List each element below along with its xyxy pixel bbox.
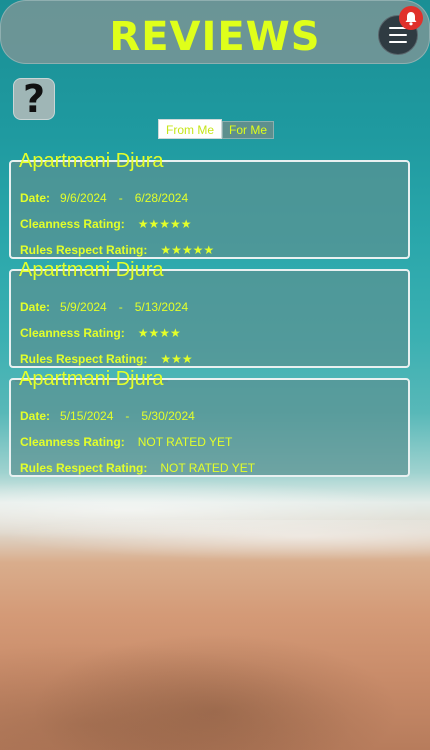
review-tabs: From Me For Me — [158, 119, 275, 141]
review-date-row: Date: 5/9/2024-5/13/2024 — [20, 300, 188, 314]
rules-rating-stars: ★★★ — [160, 352, 193, 366]
cleanness-label: Cleanness Rating: — [20, 217, 125, 231]
background-foam — [0, 480, 430, 540]
date-start: 9/6/2024 — [60, 191, 107, 205]
tab-from-me[interactable]: From Me — [158, 119, 222, 139]
rules-label: Rules Respect Rating: — [20, 243, 148, 257]
date-end: 5/30/2024 — [141, 409, 195, 423]
rules-rating-row: Rules Respect Rating: ★★★ — [20, 352, 193, 366]
review-date-row: Date: 9/6/2024-6/28/2024 — [20, 191, 188, 205]
background-foam — [0, 520, 430, 560]
background-rocks — [0, 620, 430, 750]
cleanness-label: Cleanness Rating: — [20, 435, 125, 449]
date-start: 5/9/2024 — [60, 300, 107, 314]
review-card[interactable]: Apartmani Djura Date: 5/9/2024-5/13/2024 … — [9, 259, 410, 368]
header-bar: REVIEWS — [0, 0, 430, 64]
review-apartment-name: Apartmani Djura — [15, 259, 168, 281]
review-apartment-name: Apartmani Djura — [15, 150, 168, 172]
date-end: 6/28/2024 — [134, 191, 189, 205]
cleanness-rating-stars: ★★★★ — [137, 326, 181, 340]
cleanness-rating-row: Cleanness Rating: ★★★★ — [20, 326, 181, 340]
date-label: Date: — [20, 191, 51, 205]
review-date-row: Date: 5/15/2024-5/30/2024 — [20, 409, 195, 423]
cleanness-rating-row: Cleanness Rating: ★★★★★ — [20, 217, 192, 231]
rules-rating-value: NOT RATED YET — [160, 461, 256, 475]
review-card[interactable]: Apartmani Djura Date: 5/15/2024-5/30/2024… — [9, 368, 410, 477]
hamburger-menu-icon — [389, 34, 407, 36]
date-label: Date: — [20, 300, 51, 314]
review-list: Apartmani Djura Date: 9/6/2024-6/28/2024 … — [9, 150, 410, 477]
cleanness-label: Cleanness Rating: — [20, 326, 125, 340]
rules-rating-row: Rules Respect Rating: NOT RATED YET — [20, 461, 255, 475]
rules-label: Rules Respect Rating: — [20, 461, 148, 475]
hamburger-menu-icon — [389, 41, 407, 43]
date-end: 5/13/2024 — [134, 300, 189, 314]
help-button[interactable]: ? — [13, 78, 55, 120]
tab-for-me[interactable]: For Me — [222, 121, 275, 139]
cleanness-rating-stars: ★★★★★ — [137, 217, 192, 231]
cleanness-rating-row: Cleanness Rating: NOT RATED YET — [20, 435, 232, 449]
cleanness-rating-value: NOT RATED YET — [137, 435, 233, 449]
rules-rating-stars: ★★★★★ — [160, 243, 215, 257]
date-label: Date: — [20, 409, 51, 423]
rules-rating-row: Rules Respect Rating: ★★★★★ — [20, 243, 214, 257]
date-separator: - — [118, 300, 123, 314]
date-start: 5/15/2024 — [60, 409, 114, 423]
date-separator: - — [118, 191, 123, 205]
notification-button[interactable] — [399, 6, 423, 30]
question-mark-icon: ? — [22, 77, 46, 121]
page-title: REVIEWS — [109, 14, 321, 60]
date-separator: - — [125, 409, 130, 423]
rules-label: Rules Respect Rating: — [20, 352, 148, 366]
bell-icon — [405, 11, 417, 25]
review-card[interactable]: Apartmani Djura Date: 9/6/2024-6/28/2024 … — [9, 150, 410, 259]
review-apartment-name: Apartmani Djura — [15, 368, 168, 390]
